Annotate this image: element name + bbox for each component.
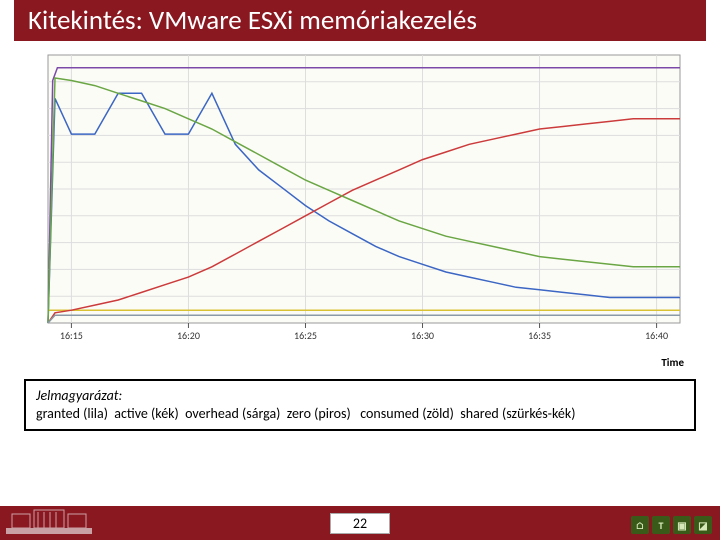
badge-icon: ◪ <box>694 516 712 534</box>
slide-title: Kitekintés: VMware ESXi memóriakezelés <box>14 0 706 41</box>
x-axis-label: Time <box>661 356 684 369</box>
memory-chart: 16:15 16:20 16:25 16:30 16:35 16:40 Time <box>30 49 690 369</box>
svg-text:16:35: 16:35 <box>528 329 551 342</box>
svg-text:16:30: 16:30 <box>411 329 434 342</box>
svg-text:16:20: 16:20 <box>177 329 200 342</box>
badge-icon: T <box>652 516 670 534</box>
svg-text:16:25: 16:25 <box>294 329 317 342</box>
legend-box: Jelmagyarázat: granted (lila) active (ké… <box>24 379 696 431</box>
svg-text:16:15: 16:15 <box>60 329 83 342</box>
badge-icon: ⌂ <box>631 516 649 534</box>
legend-items: granted (lila) active (kék) overhead (sá… <box>36 405 575 422</box>
svg-text:16:40: 16:40 <box>645 329 668 342</box>
footer-bar: 22 ⌂ T ▣ ◪ <box>0 506 720 540</box>
university-logo <box>6 508 92 538</box>
badge-icon: ▣ <box>673 516 691 534</box>
page-number: 22 <box>330 513 390 534</box>
chart-canvas: 16:15 16:20 16:25 16:30 16:35 16:40 <box>30 49 690 349</box>
legend-heading: Jelmagyarázat: <box>36 387 122 404</box>
footer-badges: ⌂ T ▣ ◪ <box>631 516 712 534</box>
